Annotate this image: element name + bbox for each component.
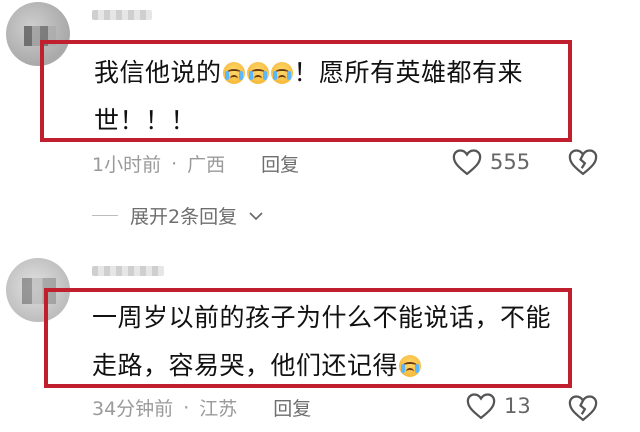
comment-location: 广西 (187, 154, 226, 176)
like-button[interactable]: 13 (466, 392, 531, 420)
comment-text: 我信他说的 ！愿所有英雄都有来世！！！ (94, 49, 570, 145)
crying-face-emoji (222, 62, 245, 84)
comment-meta: 1小时前 · 广西 回复 (92, 150, 299, 177)
comment-text: 一周岁以前的孩子为什么不能说话，不能走路，容易哭，他们还记得 (92, 294, 568, 390)
comment-text-before: 我信他说的 (94, 58, 222, 87)
heart-outline-icon (466, 393, 496, 420)
chevron-down-icon (249, 211, 263, 220)
like-count: 13 (504, 394, 531, 418)
broken-heart-icon (568, 149, 598, 176)
broken-heart-icon (568, 395, 598, 422)
expand-replies-label: 展开2条回复 (130, 206, 238, 228)
comment-meta: 34分钟前 · 江苏 回复 (92, 394, 311, 421)
crying-face-emoji (246, 62, 269, 84)
username-blurred[interactable] (92, 266, 164, 276)
reply-button[interactable]: 回复 (261, 150, 299, 177)
comment-text-before: 一周岁以前的孩子为什么不能说话，不能走路，容易哭，他们还记得 (92, 303, 552, 380)
like-count: 555 (490, 150, 531, 174)
username-blurred[interactable] (92, 10, 152, 20)
reply-button[interactable]: 回复 (273, 394, 311, 421)
crying-face-emoji (399, 355, 422, 377)
comment-time: 1小时前 (92, 154, 162, 176)
meta-separator: · (171, 152, 178, 175)
dislike-button[interactable] (568, 394, 598, 426)
crying-face-emoji (270, 62, 293, 84)
comment-time: 34分钟前 (92, 398, 174, 420)
like-button[interactable]: 555 (452, 148, 530, 176)
divider-line (92, 215, 118, 216)
dislike-button[interactable] (568, 148, 598, 180)
comment-location: 江苏 (199, 398, 238, 420)
expand-replies[interactable]: 展开2条回复 (92, 202, 263, 229)
meta-separator: · (183, 396, 190, 419)
heart-outline-icon (452, 149, 482, 176)
